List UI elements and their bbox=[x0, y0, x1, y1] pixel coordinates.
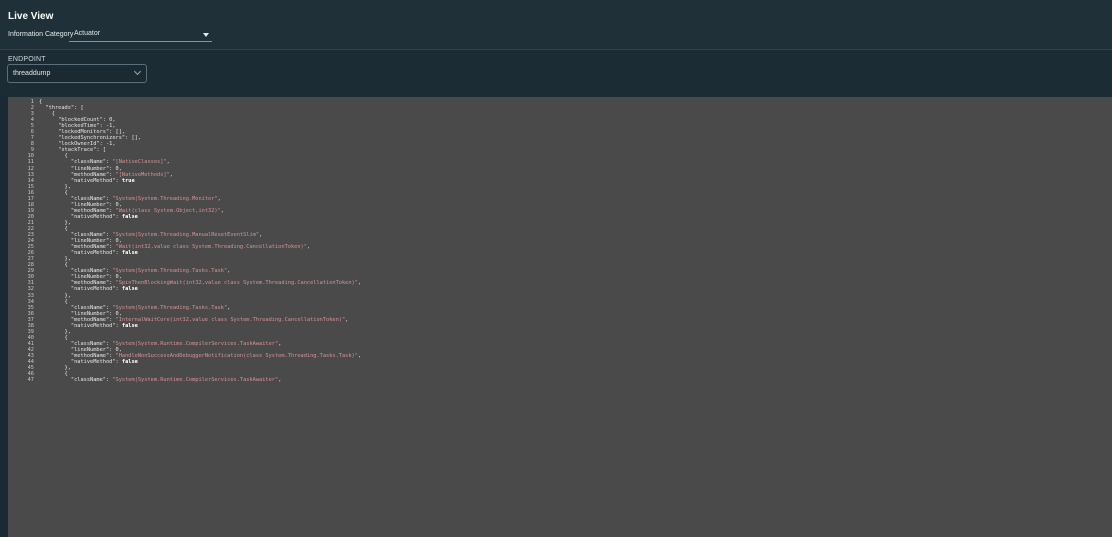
line-number: 47 bbox=[27, 377, 34, 384]
endpoint-select[interactable]: threaddump bbox=[7, 64, 147, 83]
endpoint-label: ENDPOINT bbox=[8, 56, 46, 63]
header-bar: Live View Information Category Actuator bbox=[0, 0, 1112, 50]
information-category-select[interactable]: Actuator bbox=[69, 27, 212, 42]
code-token: , bbox=[278, 377, 282, 384]
line-text: "className": "System|System.Runtime.Comp… bbox=[39, 377, 282, 384]
code-line: 47 "className": "System|System.Runtime.C… bbox=[8, 377, 1112, 383]
string-token: "System|System.Runtime.CompilerServices.… bbox=[112, 377, 279, 384]
chevron-down-icon bbox=[133, 67, 142, 76]
code-token: "className": bbox=[39, 377, 113, 384]
json-viewer[interactable]: 1{2 "threads": [3 {4 "blockedCount": 0, 5… bbox=[8, 97, 1112, 537]
endpoint-bar: ENDPOINT threaddump bbox=[0, 51, 1112, 97]
caret-down-icon bbox=[203, 33, 209, 37]
information-category-label: Information Category bbox=[8, 31, 74, 38]
page-title: Live View bbox=[8, 11, 54, 22]
endpoint-value: threaddump bbox=[13, 70, 51, 77]
code-lines: 1{2 "threads": [3 {4 "blockedCount": 0, 5… bbox=[8, 99, 1112, 383]
information-category-value: Actuator bbox=[74, 30, 101, 37]
